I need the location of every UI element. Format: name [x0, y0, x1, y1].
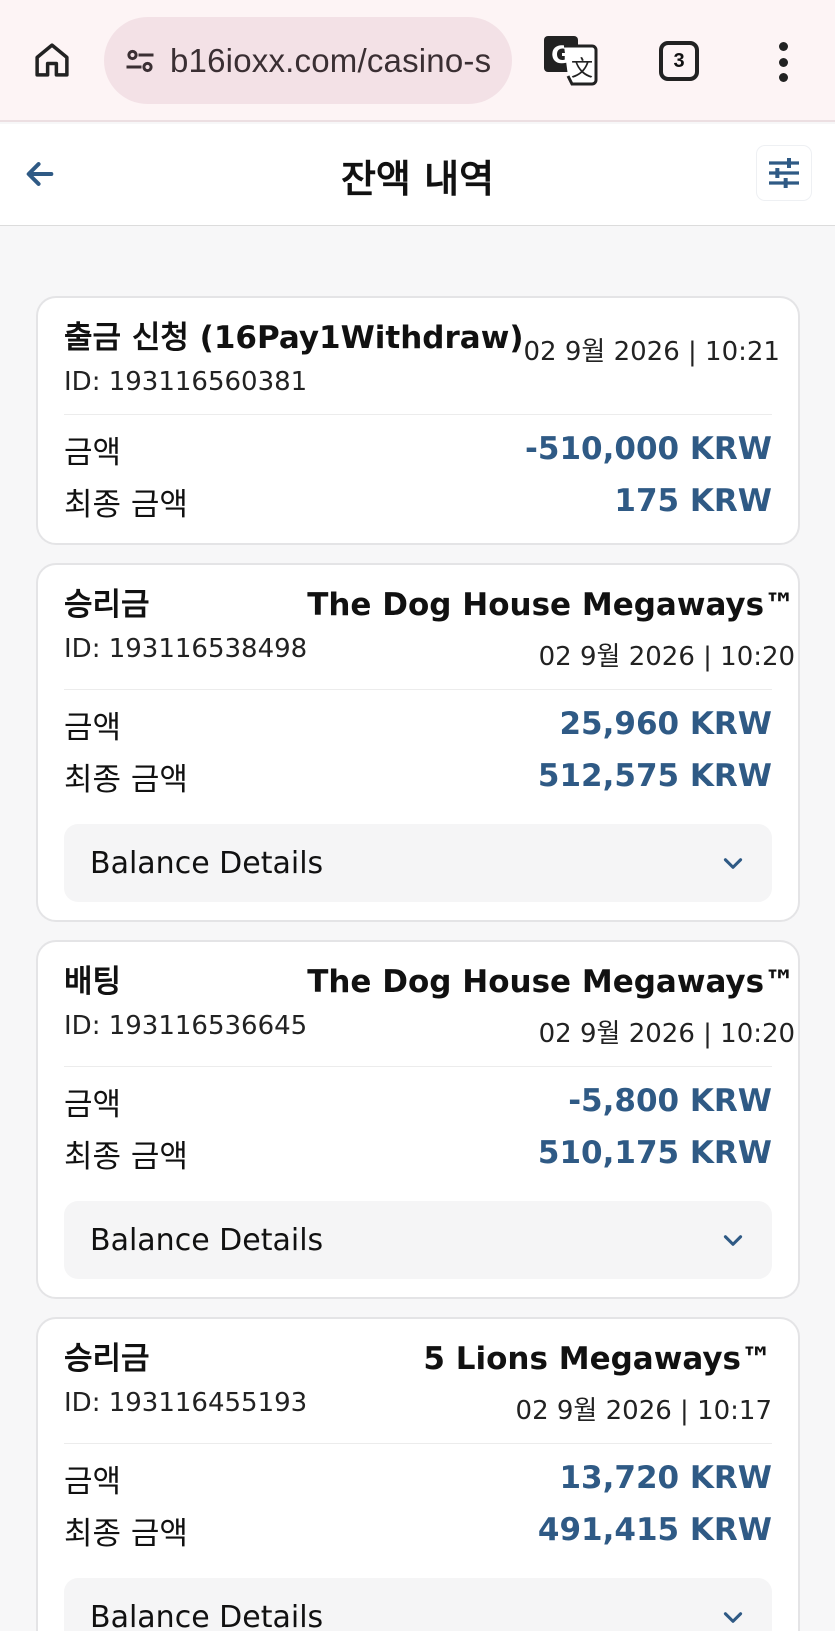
app-header: 잔액 내역	[0, 124, 835, 226]
transaction-type: 승리금	[64, 1341, 150, 1377]
amount-label: 금액	[64, 709, 122, 746]
final-amount-row: 최종 금액 175 KRW	[64, 475, 772, 527]
final-amount-row: 최종 금액 491,415 KRW	[64, 1504, 772, 1556]
amount-label: 금액	[64, 434, 122, 471]
final-amount-value: 510,175 KRW	[537, 1135, 772, 1171]
svg-text:文: 文	[571, 57, 593, 82]
amount-row: 금액 -510,000 KRW	[64, 423, 772, 475]
amount-value: -510,000 KRW	[525, 431, 772, 467]
transaction-date: 02 9월 2026 | 10:17	[515, 1396, 772, 1426]
amount-row: 금액 25,960 KRW	[64, 698, 772, 750]
balance-details-toggle[interactable]: Balance Details	[64, 824, 772, 902]
divider	[64, 1066, 772, 1067]
page-title: 잔액 내역	[340, 157, 495, 201]
home-button[interactable]	[28, 36, 76, 84]
translate-icon: G 文	[544, 36, 598, 86]
more-menu-button[interactable]	[768, 40, 798, 84]
balance-details-toggle[interactable]: Balance Details	[64, 1201, 772, 1279]
balance-details-label: Balance Details	[90, 1599, 324, 1631]
chevron-down-icon	[723, 858, 743, 869]
transaction-id: ID: 193116538498	[64, 634, 308, 664]
balance-details-label: Balance Details	[90, 1222, 324, 1258]
chevron-down-icon	[723, 1235, 743, 1246]
transaction-type: 배팅	[64, 964, 122, 1000]
transaction-date: 02 9월 2026 | 10:20	[538, 642, 796, 672]
final-amount-label: 최종 금액	[64, 1515, 188, 1552]
amount-value: 25,960 KRW	[559, 706, 772, 742]
url-text: b16ioxx.com/casino-s	[170, 41, 492, 79]
transaction-id: ID: 193116560381	[64, 367, 308, 397]
balance-details-toggle[interactable]: Balance Details	[64, 1578, 772, 1631]
amount-row: 금액 -5,800 KRW	[64, 1075, 772, 1127]
home-icon	[35, 43, 69, 77]
final-amount-value: 491,415 KRW	[537, 1512, 772, 1548]
filter-button[interactable]	[757, 146, 811, 200]
transaction-card: 출금 신청 (16Pay1Withdraw) ID: 193116560381 …	[36, 296, 800, 545]
final-amount-label: 최종 금액	[64, 761, 188, 798]
transaction-card: 승리금 ID: 193116538498 The Dog House Megaw…	[36, 563, 800, 922]
final-amount-label: 최종 금액	[64, 1138, 188, 1175]
transaction-id: ID: 193116455193	[64, 1388, 308, 1418]
transaction-id: ID: 193116536645	[64, 1011, 308, 1041]
final-amount-label: 최종 금액	[64, 486, 188, 523]
more-vert-icon	[778, 42, 788, 51]
divider	[64, 1443, 772, 1444]
transaction-type: 출금 신청 (16Pay1Withdraw)	[64, 320, 524, 356]
amount-row: 금액 13,720 KRW	[64, 1452, 772, 1504]
final-amount-value: 512,575 KRW	[537, 758, 772, 794]
amount-value: -5,800 KRW	[568, 1083, 772, 1119]
browser-toolbar: b16ioxx.com/casino-s G 文 3	[0, 0, 835, 122]
game-name: The Dog House Megaways™	[307, 964, 796, 1000]
final-amount-row: 최종 금액 512,575 KRW	[64, 750, 772, 802]
final-amount-row: 최종 금액 510,175 KRW	[64, 1127, 772, 1179]
tune-icon[interactable]	[120, 41, 160, 81]
translate-button[interactable]: G 文	[542, 32, 598, 88]
final-amount-value: 175 KRW	[614, 483, 772, 519]
transaction-type: 승리금	[64, 587, 150, 623]
game-name: 5 Lions Megaways™	[423, 1341, 772, 1377]
amount-label: 금액	[64, 1463, 122, 1500]
transaction-date: 02 9월 2026 | 10:20	[538, 1019, 796, 1049]
balance-details-label: Balance Details	[90, 845, 324, 881]
transaction-card: 배팅 ID: 193116536645 The Dog House Megawa…	[36, 940, 800, 1299]
game-name: The Dog House Megaways™	[307, 587, 796, 623]
address-bar[interactable]: b16ioxx.com/casino-s	[104, 17, 512, 104]
transaction-list: 출금 신청 (16Pay1Withdraw) ID: 193116560381 …	[36, 296, 800, 1631]
chevron-down-icon	[723, 1612, 743, 1623]
transaction-date: 02 9월 2026 | 10:21	[523, 337, 780, 367]
divider	[64, 414, 772, 415]
amount-value: 13,720 KRW	[559, 1460, 772, 1496]
divider	[64, 689, 772, 690]
transaction-card: 승리금 ID: 193116455193 5 Lions Megaways™ 0…	[36, 1317, 800, 1631]
filter-sliders-icon	[769, 158, 799, 188]
tabs-button[interactable]: 3	[659, 41, 699, 81]
amount-label: 금액	[64, 1086, 122, 1123]
